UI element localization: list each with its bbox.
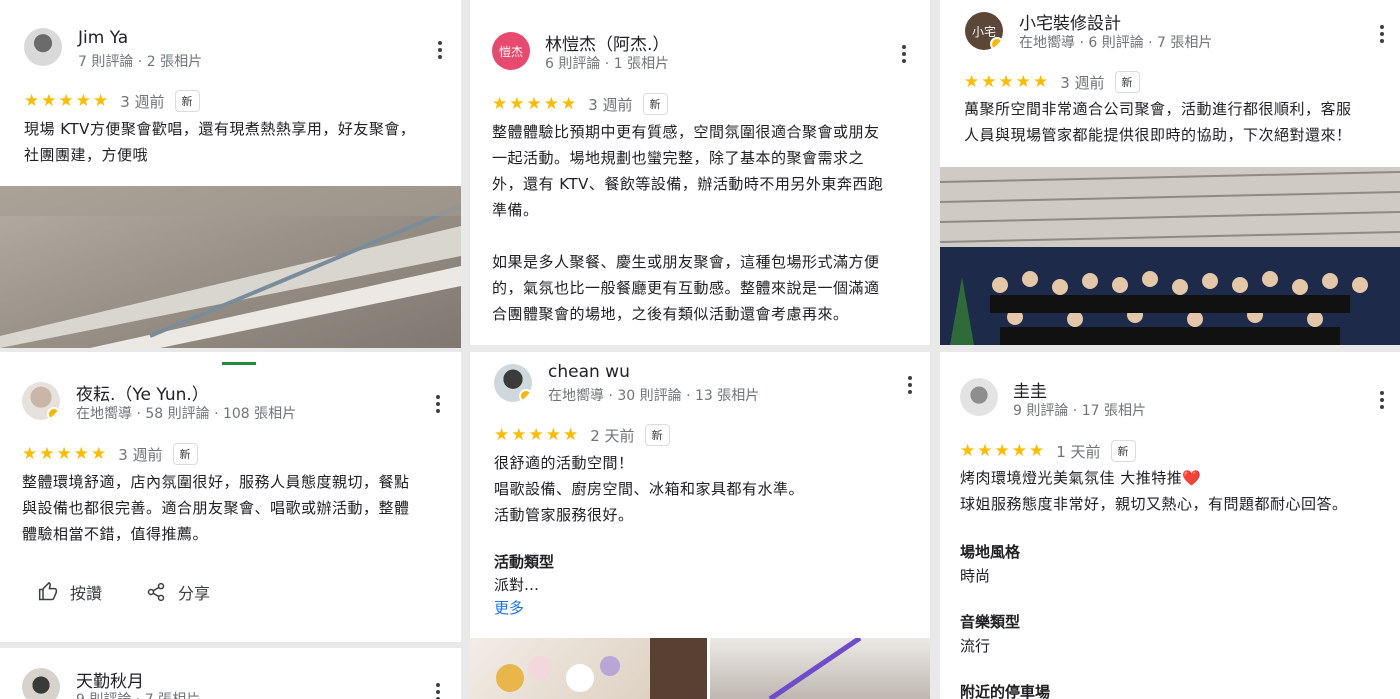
reviewer-name[interactable]: 小宅裝修設計: [1019, 9, 1121, 34]
rating-row: ★★★★★ 3 週前 新: [492, 93, 668, 115]
local-guide-badge-icon: [519, 389, 532, 402]
group-photo: [940, 167, 1400, 345]
review-text: 烤肉環境燈光美氣氛佳 大推特推❤️ 球姐服務態度非常好，親切又熱心，有問題都耐心…: [960, 469, 1348, 513]
review-time: 3 週前: [118, 445, 163, 464]
review-card-yeyun: 夜耘.（Ye Yun.） 在地嚮導 · 58 則評論 · 108 張相片 ★★★…: [0, 352, 461, 642]
reviewer-meta: 9 則評論 · 7 張相片: [76, 689, 200, 699]
avatar[interactable]: [24, 28, 62, 66]
review-text: 萬聚所空間非常適合公司聚會，活動進行都很順利，客服 人員與現場管家都能提供很即時…: [964, 100, 1352, 144]
thumb-up-icon: [38, 582, 58, 601]
reviewer-name[interactable]: 夜耘.（Ye Yun.）: [76, 380, 209, 405]
more-vert-icon[interactable]: [892, 42, 916, 66]
more-vert-icon[interactable]: [428, 38, 452, 62]
avatar[interactable]: [960, 378, 998, 416]
reviewer-name[interactable]: Jim Ya: [78, 28, 128, 48]
share-icon: [147, 582, 165, 602]
star-rating: ★★★★★: [494, 425, 581, 445]
rating-row: ★★★★★ 3 週前 新: [24, 90, 200, 112]
review-text: 整體體驗比預期中更有質感，空間氛圍很適合聚會或朋友 一起活動。場地規劃也蠻完整，…: [492, 123, 884, 323]
new-badge: 新: [174, 90, 200, 112]
field-value-music-type: 流行: [960, 637, 991, 655]
review-card-tianqin: 天勤秋月 9 則評論 · 7 張相片: [0, 648, 461, 699]
avatar[interactable]: [22, 382, 60, 420]
avatar[interactable]: 小宅: [965, 12, 1003, 50]
reviewer-name[interactable]: 林愷杰（阿杰.）: [545, 30, 669, 55]
reviewer-meta: 在地嚮導 · 30 則評論 · 13 張相片: [548, 388, 760, 404]
field-label-parking: 附近的停車場: [960, 683, 1051, 699]
reviewer-name[interactable]: 圭圭: [1013, 377, 1047, 402]
review-card-chean-wu: chean wu 在地嚮導 · 30 則評論 · 13 張相片 ★★★★★ 2 …: [470, 352, 930, 699]
avatar[interactable]: [22, 668, 60, 699]
field-label-venue-style: 場地風格: [960, 543, 1021, 561]
new-badge: 新: [1110, 440, 1136, 462]
scroll-indicator: [222, 362, 256, 365]
review-text: 很舒適的活動空間！ 唱歌設備、廚房空間、冰箱和家具都有水準。 活動管家服務很好。: [494, 454, 805, 524]
field-value-venue-style: 時尚: [960, 567, 991, 585]
rating-row: ★★★★★ 3 週前 新: [22, 443, 198, 465]
field-value-activity-type: 派對…: [494, 576, 540, 594]
more-vert-icon[interactable]: [426, 680, 450, 699]
review-time: 3 週前: [588, 95, 633, 114]
review-photo-1[interactable]: [470, 638, 707, 699]
more-vert-icon[interactable]: [1370, 22, 1394, 46]
new-badge: 新: [644, 424, 670, 446]
new-badge: 新: [642, 93, 668, 115]
reviewer-meta: 在地嚮導 · 58 則評論 · 108 張相片: [76, 406, 297, 422]
reviewer-meta: 9 則評論 · 17 張相片: [1013, 403, 1146, 419]
review-time: 3 週前: [120, 92, 165, 111]
more-vert-icon[interactable]: [1370, 388, 1394, 412]
star-rating: ★★★★★: [964, 72, 1051, 92]
field-label-music-type: 音樂類型: [960, 613, 1021, 631]
like-button[interactable]: 按讚: [38, 580, 102, 604]
new-badge: 新: [1114, 71, 1140, 93]
reviewer-meta: 7 則評論 · 2 張相片: [78, 54, 203, 70]
flowers-photo: [496, 638, 707, 699]
review-photo[interactable]: [940, 167, 1400, 345]
more-vert-icon[interactable]: [898, 373, 922, 397]
review-time: 1 天前: [1056, 442, 1101, 461]
ceiling-photo: [0, 186, 461, 348]
review-card-lin: 愷杰 林愷杰（阿杰.） 6 則評論 · 1 張相片 ★★★★★ 3 週前 新 整…: [470, 0, 930, 345]
star-rating: ★★★★★: [960, 441, 1047, 461]
rating-row: ★★★★★ 3 週前 新: [964, 71, 1140, 93]
review-photo[interactable]: [0, 186, 461, 348]
review-card-xiaozhai: 小宅 小宅裝修設計 在地嚮導 · 6 則評論 · 7 張相片 ★★★★★ 3 週…: [940, 0, 1400, 345]
rating-row: ★★★★★ 1 天前 新: [960, 440, 1136, 462]
local-guide-badge-icon: [47, 407, 60, 420]
reviewer-meta: 6 則評論 · 1 張相片: [545, 56, 670, 72]
reviewer-meta: 在地嚮導 · 6 則評論 · 7 張相片: [1019, 35, 1213, 51]
review-time: 3 週前: [1060, 73, 1105, 92]
avatar[interactable]: 愷杰: [492, 32, 530, 70]
star-rating: ★★★★★: [22, 444, 109, 464]
neon-photo: [768, 638, 862, 699]
review-photo-2[interactable]: [710, 638, 930, 699]
review-text: 現場 KTV方便聚會歡唱，還有現煮熱熱享用，好友聚會， 社團團建，方便哦: [24, 120, 416, 164]
rating-row: ★★★★★ 2 天前 新: [494, 424, 670, 446]
star-rating: ★★★★★: [492, 94, 579, 114]
star-rating: ★★★★★: [24, 91, 111, 111]
new-badge: 新: [172, 443, 198, 465]
more-link[interactable]: 更多: [494, 597, 524, 618]
field-label-activity-type: 活動類型: [494, 553, 555, 571]
review-card-guigui: 圭圭 9 則評論 · 17 張相片 ★★★★★ 1 天前 新 烤肉環境燈光美氣氛…: [940, 352, 1400, 699]
review-time: 2 天前: [590, 426, 635, 445]
reviewer-name[interactable]: chean wu: [548, 362, 630, 382]
more-vert-icon[interactable]: [426, 392, 450, 416]
local-guide-badge-icon: [990, 37, 1003, 50]
review-text: 整體環境舒適，店內氛圍很好，服務人員態度親切，餐點 與設備也都很完善。適合朋友聚…: [22, 473, 410, 543]
avatar[interactable]: [494, 364, 532, 402]
review-card-jim-ya: Jim Ya 7 則評論 · 2 張相片 ★★★★★ 3 週前 新 現場 KTV…: [0, 0, 461, 348]
share-button[interactable]: 分享: [146, 580, 210, 604]
